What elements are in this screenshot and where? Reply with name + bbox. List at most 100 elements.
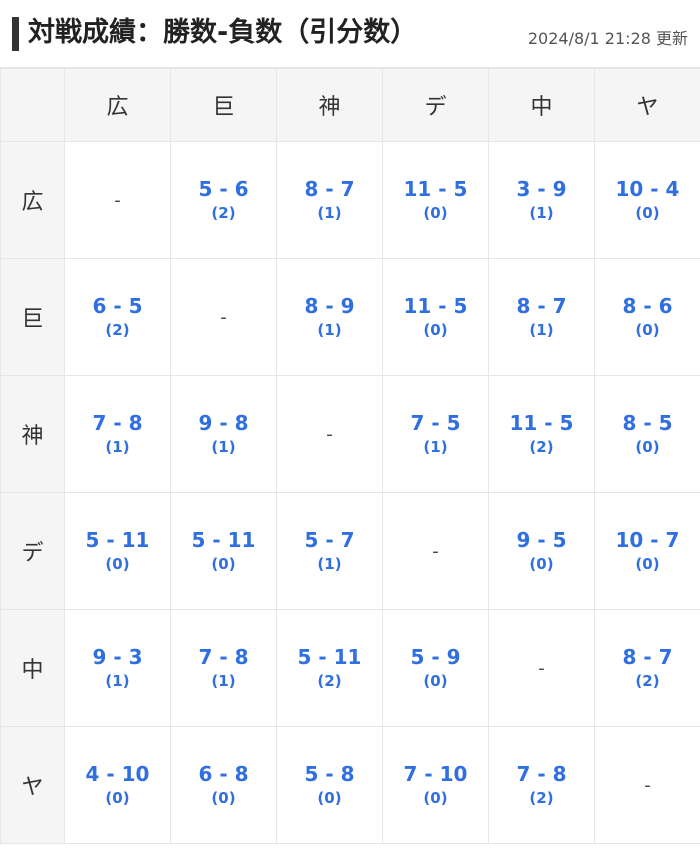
draws-link[interactable]: (1) <box>171 436 276 458</box>
record-cell[interactable]: 8 - 7 (1) <box>276 141 383 259</box>
draws-link[interactable]: (0) <box>595 202 700 224</box>
column-header: 巨 <box>170 68 277 142</box>
record-cell[interactable]: 5 - 11 (0) <box>170 492 277 610</box>
draws-link[interactable]: (1) <box>65 436 170 458</box>
win-loss-link[interactable]: 7 - 8 <box>65 410 170 436</box>
record-cell[interactable]: 8 - 5 (0) <box>594 375 700 493</box>
table-row: デ 5 - 11 (0) 5 - 11 (0) 5 - 7 (1) - 9 - 5 (0… <box>0 492 700 610</box>
draws-link[interactable]: (1) <box>277 202 382 224</box>
win-loss-link[interactable]: 5 - 7 <box>277 527 382 553</box>
record-cell[interactable]: 8 - 7 (1) <box>488 258 595 376</box>
win-loss-link[interactable]: 10 - 4 <box>595 176 700 202</box>
record-cell[interactable]: 5 - 9 (0) <box>382 609 489 727</box>
draws-link[interactable]: (0) <box>65 787 170 809</box>
record-cell[interactable]: 7 - 5 (1) <box>382 375 489 493</box>
record-cell[interactable]: 9 - 3 (1) <box>64 609 171 727</box>
draws-link[interactable]: (1) <box>277 553 382 575</box>
win-loss-link[interactable]: 9 - 5 <box>489 527 594 553</box>
draws-link[interactable]: (2) <box>277 670 382 692</box>
record-cell[interactable]: 6 - 8 (0) <box>170 726 277 844</box>
win-loss-link[interactable]: 8 - 5 <box>595 410 700 436</box>
win-loss-link[interactable]: 6 - 5 <box>65 293 170 319</box>
draws-link[interactable]: (2) <box>489 787 594 809</box>
draws-link[interactable]: (0) <box>383 787 488 809</box>
draws-link[interactable]: (1) <box>65 670 170 692</box>
draws-link[interactable]: (0) <box>171 787 276 809</box>
draws-link[interactable]: (0) <box>595 436 700 458</box>
win-loss-link[interactable]: 5 - 6 <box>171 176 276 202</box>
draws-link[interactable]: (0) <box>171 553 276 575</box>
draws-link[interactable]: (2) <box>489 436 594 458</box>
draws-link[interactable]: (0) <box>383 319 488 341</box>
draws-link[interactable]: (1) <box>277 319 382 341</box>
column-header: 広 <box>64 68 171 142</box>
win-loss-link[interactable]: 7 - 8 <box>171 644 276 670</box>
record-cell[interactable]: 7 - 8 (2) <box>488 726 595 844</box>
record-cell[interactable]: 9 - 8 (1) <box>170 375 277 493</box>
win-loss-link[interactable]: 11 - 5 <box>383 293 488 319</box>
win-loss-link[interactable]: 7 - 8 <box>489 761 594 787</box>
record-cell[interactable]: 5 - 6 (2) <box>170 141 277 259</box>
record-cell[interactable]: 7 - 10 (0) <box>382 726 489 844</box>
win-loss-link[interactable]: 3 - 9 <box>489 176 594 202</box>
record-cell[interactable]: 7 - 8 (1) <box>170 609 277 727</box>
record-cell[interactable]: 7 - 8 (1) <box>64 375 171 493</box>
win-loss-link[interactable]: 9 - 8 <box>171 410 276 436</box>
draws-link[interactable]: (2) <box>65 319 170 341</box>
no-match-dash: - <box>220 306 227 328</box>
row-header: 中 <box>0 609 65 727</box>
draws-link[interactable]: (1) <box>489 202 594 224</box>
win-loss-link[interactable]: 5 - 8 <box>277 761 382 787</box>
draws-link[interactable]: (0) <box>383 202 488 224</box>
win-loss-link[interactable]: 7 - 10 <box>383 761 488 787</box>
draws-link[interactable]: (1) <box>383 436 488 458</box>
draws-link[interactable]: (0) <box>383 670 488 692</box>
win-loss-link[interactable]: 8 - 9 <box>277 293 382 319</box>
win-loss-link[interactable]: 5 - 11 <box>171 527 276 553</box>
record-cell[interactable]: 11 - 5 (2) <box>488 375 595 493</box>
win-loss-link[interactable]: 8 - 7 <box>277 176 382 202</box>
win-loss-link[interactable]: 8 - 7 <box>595 644 700 670</box>
record-cell[interactable]: 8 - 7 (2) <box>594 609 700 727</box>
row-header: ヤ <box>0 726 65 844</box>
no-match-dash: - <box>538 657 545 679</box>
win-loss-link[interactable]: 5 - 9 <box>383 644 488 670</box>
self-match-cell: - <box>64 141 171 259</box>
record-cell[interactable]: 11 - 5 (0) <box>382 141 489 259</box>
record-cell[interactable]: 5 - 11 (2) <box>276 609 383 727</box>
record-cell[interactable]: 10 - 4 (0) <box>594 141 700 259</box>
record-cell[interactable]: 8 - 9 (1) <box>276 258 383 376</box>
record-cell[interactable]: 4 - 10 (0) <box>64 726 171 844</box>
table-body: 広 - 5 - 6 (2) 8 - 7 (1) 11 - 5 (0) 3 - 9 (1)… <box>0 141 700 844</box>
head-to-head-table: 広 巨 神 デ 中 ヤ 広 - 5 - 6 (2) 8 - 7 (1) 11 - 5… <box>0 68 700 844</box>
record-cell[interactable]: 8 - 6 (0) <box>594 258 700 376</box>
draws-link[interactable]: (1) <box>489 319 594 341</box>
draws-link[interactable]: (0) <box>65 553 170 575</box>
win-loss-link[interactable]: 9 - 3 <box>65 644 170 670</box>
draws-link[interactable]: (0) <box>595 319 700 341</box>
record-cell[interactable]: 3 - 9 (1) <box>488 141 595 259</box>
record-cell[interactable]: 11 - 5 (0) <box>382 258 489 376</box>
draws-link[interactable]: (0) <box>489 553 594 575</box>
record-cell[interactable]: 6 - 5 (2) <box>64 258 171 376</box>
win-loss-link[interactable]: 6 - 8 <box>171 761 276 787</box>
win-loss-link[interactable]: 10 - 7 <box>595 527 700 553</box>
win-loss-link[interactable]: 8 - 6 <box>595 293 700 319</box>
draws-link[interactable]: (2) <box>171 202 276 224</box>
record-cell[interactable]: 5 - 11 (0) <box>64 492 171 610</box>
record-cell[interactable]: 5 - 8 (0) <box>276 726 383 844</box>
draws-link[interactable]: (2) <box>595 670 700 692</box>
win-loss-link[interactable]: 4 - 10 <box>65 761 170 787</box>
draws-link[interactable]: (1) <box>171 670 276 692</box>
draws-link[interactable]: (0) <box>595 553 700 575</box>
record-cell[interactable]: 9 - 5 (0) <box>488 492 595 610</box>
win-loss-link[interactable]: 5 - 11 <box>65 527 170 553</box>
record-cell[interactable]: 5 - 7 (1) <box>276 492 383 610</box>
draws-link[interactable]: (0) <box>277 787 382 809</box>
win-loss-link[interactable]: 8 - 7 <box>489 293 594 319</box>
win-loss-link[interactable]: 7 - 5 <box>383 410 488 436</box>
win-loss-link[interactable]: 5 - 11 <box>277 644 382 670</box>
win-loss-link[interactable]: 11 - 5 <box>489 410 594 436</box>
record-cell[interactable]: 10 - 7 (0) <box>594 492 700 610</box>
win-loss-link[interactable]: 11 - 5 <box>383 176 488 202</box>
